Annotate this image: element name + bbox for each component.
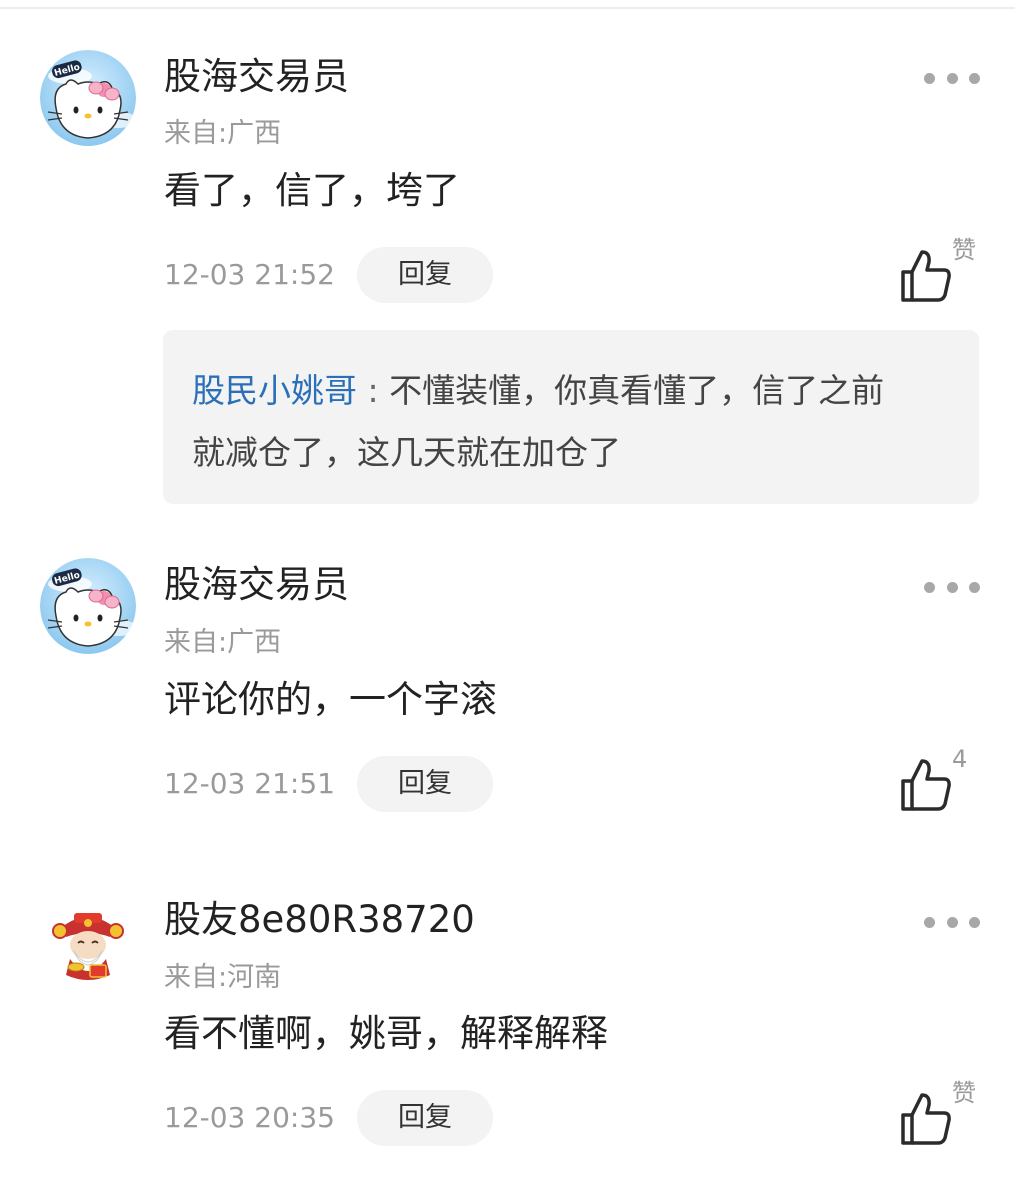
avatar[interactable]: Hello [40,50,136,146]
timestamp: 12-03 20:35 [164,1101,335,1134]
avatar[interactable]: Hello [40,558,136,654]
username[interactable]: 股海交易员 [164,55,349,99]
location-label: 来自:广西 [164,627,282,658]
location-label: 来自:河南 [164,962,282,993]
reply-separator: : [357,371,390,410]
top-divider [0,7,1015,9]
thumbs-up-icon [901,250,951,302]
like-button[interactable]: 4 [896,745,986,817]
like-count: 赞 [952,1079,976,1107]
username[interactable]: 股海交易员 [164,563,349,607]
like-button[interactable]: 赞 [896,236,986,308]
more-button[interactable] [924,910,980,934]
timestamp: 12-03 21:52 [164,258,335,291]
reply-button[interactable]: 回复 [357,756,493,812]
like-button[interactable]: 赞 [896,1079,986,1151]
timestamp: 12-03 21:51 [164,767,335,800]
more-button[interactable] [924,66,980,90]
location-label: 来自:广西 [164,118,282,149]
reply-author[interactable]: 股民小姚哥 [192,371,357,410]
reply-button[interactable]: 回复 [357,1090,493,1146]
comment-text: 看不懂啊，姚哥，解释解释 [164,1012,608,1055]
more-button[interactable] [924,575,980,599]
reply-text-line1: 不懂装懂，你真看懂了，信了之前 [389,371,885,410]
comment-text: 评论你的，一个字滚 [164,678,497,721]
comment-text: 看了，信了，垮了 [164,169,460,212]
like-count: 赞 [952,236,976,264]
username[interactable]: 股友8e80R38720 [164,898,475,942]
like-count: 4 [952,745,968,773]
reply-button[interactable]: 回复 [357,247,493,303]
avatar[interactable] [40,893,136,989]
more-horizontal-icon [924,916,935,928]
reply-preview[interactable]: 股民小姚哥 : 不懂装懂，你真看懂了，信了之前 就减仓了，这几天就在加仓了 [163,330,979,504]
reply-line: 股民小姚哥 : 不懂装懂，你真看懂了，信了之前 [192,360,951,422]
thumbs-up-icon [901,1093,951,1145]
reply-text-line2: 就减仓了，这几天就在加仓了 [192,433,621,472]
more-horizontal-icon [924,72,935,84]
more-horizontal-icon [924,581,935,593]
thumbs-up-icon [901,759,951,811]
